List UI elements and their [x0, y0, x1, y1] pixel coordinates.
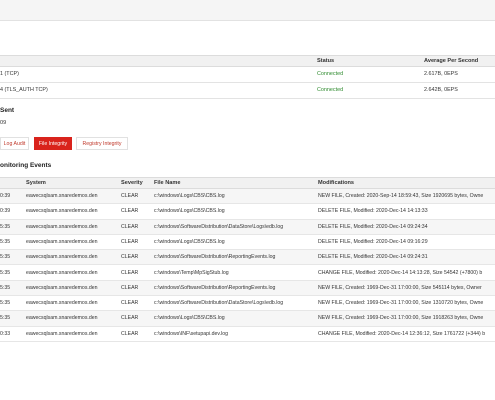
event-time: 0:39: [0, 193, 11, 199]
event-system: eawecsqlsam.snaredemos.den: [26, 193, 98, 199]
destination-row[interactable]: 4 (TLS_AUTH TCP) Connected 2.642B, 0EPS: [0, 83, 495, 99]
event-system: eawecsqlsam.snaredemos.den: [26, 330, 98, 337]
destination-status: Connected: [317, 87, 344, 93]
column-header-system: System: [26, 180, 46, 186]
event-severity: CLEAR: [121, 208, 139, 215]
destinations-table-header: Status Average Per Second: [0, 55, 495, 67]
event-system: eawecsqlsam.snaredemos.den: [26, 300, 98, 307]
event-time: 5:35: [0, 284, 11, 291]
column-header-modifications: Modifications: [318, 180, 355, 186]
destination-average: 2.642B, 0EPS: [424, 87, 458, 93]
event-row[interactable]: 5:35 eawecsqlsam.snaredemos.den CLEAR c:\wi…: [0, 250, 495, 266]
event-time: 0:33: [0, 330, 11, 337]
event-severity: CLEAR: [121, 330, 139, 337]
event-modification: NEW FILE, Created: 1969-Dec-31 17:00:00,…: [318, 315, 484, 322]
event-file-name: c:\windows\Logs\CBS\CBS.log: [154, 315, 225, 322]
event-severity: CLEAR: [121, 269, 139, 276]
event-row[interactable]: 5:35 eawecsqlsam.snaredemos.den CLEAR c:\wi…: [0, 296, 495, 312]
destination-average: 2.617B, 0EPS: [424, 71, 458, 77]
event-time: 5:35: [0, 269, 11, 276]
event-time: 5:35: [0, 254, 11, 261]
column-header-average: Average Per Second: [424, 58, 479, 64]
event-file-name: c:\windows\Temp\MpSigStub.log: [154, 269, 229, 276]
event-system: eawecsqlsam.snaredemos.den: [26, 315, 98, 322]
event-file-name: c:\windows\Logs\CBS\CBS.log: [154, 238, 225, 245]
event-modification: DELETE FILE, Modified: 2020-Dec-14 09:16…: [318, 238, 428, 245]
event-severity: CLEAR: [121, 300, 139, 307]
event-file-name: c:\windows\Logs\CBS\CBS.log: [154, 193, 225, 199]
event-row[interactable]: 5:35 eawecsqlsam.snaredemos.den CLEAR c:\wi…: [0, 219, 495, 235]
event-row[interactable]: 5:35 eawecsqlsam.snaredemos.den CLEAR c:\wi…: [0, 235, 495, 251]
top-bar-divider: [0, 20, 495, 21]
event-modification: DELETE FILE, Modified: 2020-Dec-14 09:24…: [318, 223, 428, 230]
destination-name: 4 (TLS_AUTH TCP): [0, 87, 48, 93]
tab-file-integrity[interactable]: File Integrity: [34, 137, 72, 150]
event-file-name: c:\windows\INF\setupapi.dev.log: [154, 330, 229, 337]
event-row[interactable]: 0:39 eawecsqlsam.snaredemos.den CLEAR c:\wi…: [0, 189, 495, 205]
event-system: eawecsqlsam.snaredemos.den: [26, 284, 98, 291]
event-modification: NEW FILE, Created: 1969-Dec-31 17:00:00,…: [318, 300, 484, 307]
event-time: 5:35: [0, 315, 11, 322]
event-modification: CHANGE FILE, Modified: 2020-Dec-14 14:13…: [318, 269, 483, 276]
event-file-name: c:\windows\Logs\CBS\CBS.log: [154, 208, 225, 215]
event-row[interactable]: 5:35 eawecsqlsam.snaredemos.den CLEAR c:\wi…: [0, 311, 495, 327]
tab-registry-integrity[interactable]: Registry Integrity: [76, 137, 128, 150]
event-modification: NEW FILE, Created: 2020-Sep-14 18:59:43,…: [318, 193, 484, 199]
event-modification: CHANGE FILE, Modified: 2020-Dec-14 12:36…: [318, 330, 486, 337]
event-system: eawecsqlsam.snaredemos.den: [26, 238, 98, 245]
destination-row[interactable]: 1 (TCP) Connected 2.617B, 0EPS: [0, 67, 495, 83]
event-severity: CLEAR: [121, 223, 139, 230]
top-bar: [0, 0, 495, 20]
event-file-name: c:\windows\SoftwareDistribution\Reportin…: [154, 284, 276, 291]
event-row[interactable]: 0:33 eawecsqlsam.snaredemos.den CLEAR c:\wi…: [0, 327, 495, 342]
event-system: eawecsqlsam.snaredemos.den: [26, 223, 98, 230]
column-header-file-name: File Name: [154, 180, 181, 186]
event-modification: DELETE FILE, Modified: 2020-Dec-14 09:24…: [318, 254, 428, 261]
event-severity: CLEAR: [121, 193, 139, 199]
event-file-name: c:\windows\SoftwareDistribution\DataStor…: [154, 223, 284, 230]
event-time: 5:35: [0, 223, 11, 230]
destination-name: 1 (TCP): [0, 71, 19, 77]
event-severity: CLEAR: [121, 254, 139, 261]
event-system: eawecsqlsam.snaredemos.den: [26, 208, 98, 215]
event-modification: NEW FILE, Created: 1969-Dec-31 17:00:00,…: [318, 284, 482, 291]
event-row[interactable]: 5:35 eawecsqlsam.snaredemos.den CLEAR c:\wi…: [0, 266, 495, 281]
event-system: eawecsqlsam.snaredemos.den: [26, 254, 98, 261]
event-severity: CLEAR: [121, 238, 139, 245]
event-file-name: c:\windows\SoftwareDistribution\Reportin…: [154, 254, 276, 261]
event-severity: CLEAR: [121, 315, 139, 322]
events-table-header: System Severity File Name Modifications: [0, 177, 495, 189]
column-header-severity: Severity: [121, 180, 143, 186]
event-row[interactable]: 5:35 eawecsqlsam.snaredemos.den CLEAR c:\wi…: [0, 280, 495, 297]
destination-status: Connected: [317, 71, 344, 77]
events-section-title: onitoring Events: [0, 162, 52, 169]
sent-section-title: Sent: [0, 107, 15, 114]
event-system: eawecsqlsam.snaredemos.den: [26, 269, 98, 276]
event-time: 0:39: [0, 208, 11, 215]
event-time: 5:35: [0, 238, 11, 245]
event-file-name: c:\windows\SoftwareDistribution\DataStor…: [154, 300, 284, 307]
event-severity: CLEAR: [121, 284, 139, 291]
tab-log-audit[interactable]: Log Audit: [0, 137, 29, 150]
event-modification: DELETE FILE, Modified: 2020-Dec-14 14:13…: [318, 208, 428, 215]
event-time: 5:35: [0, 300, 11, 307]
column-header-status: Status: [317, 58, 335, 64]
sent-count: 09: [0, 120, 7, 126]
event-row[interactable]: 0:39 eawecsqlsam.snaredemos.den CLEAR c:\wi…: [0, 204, 495, 220]
